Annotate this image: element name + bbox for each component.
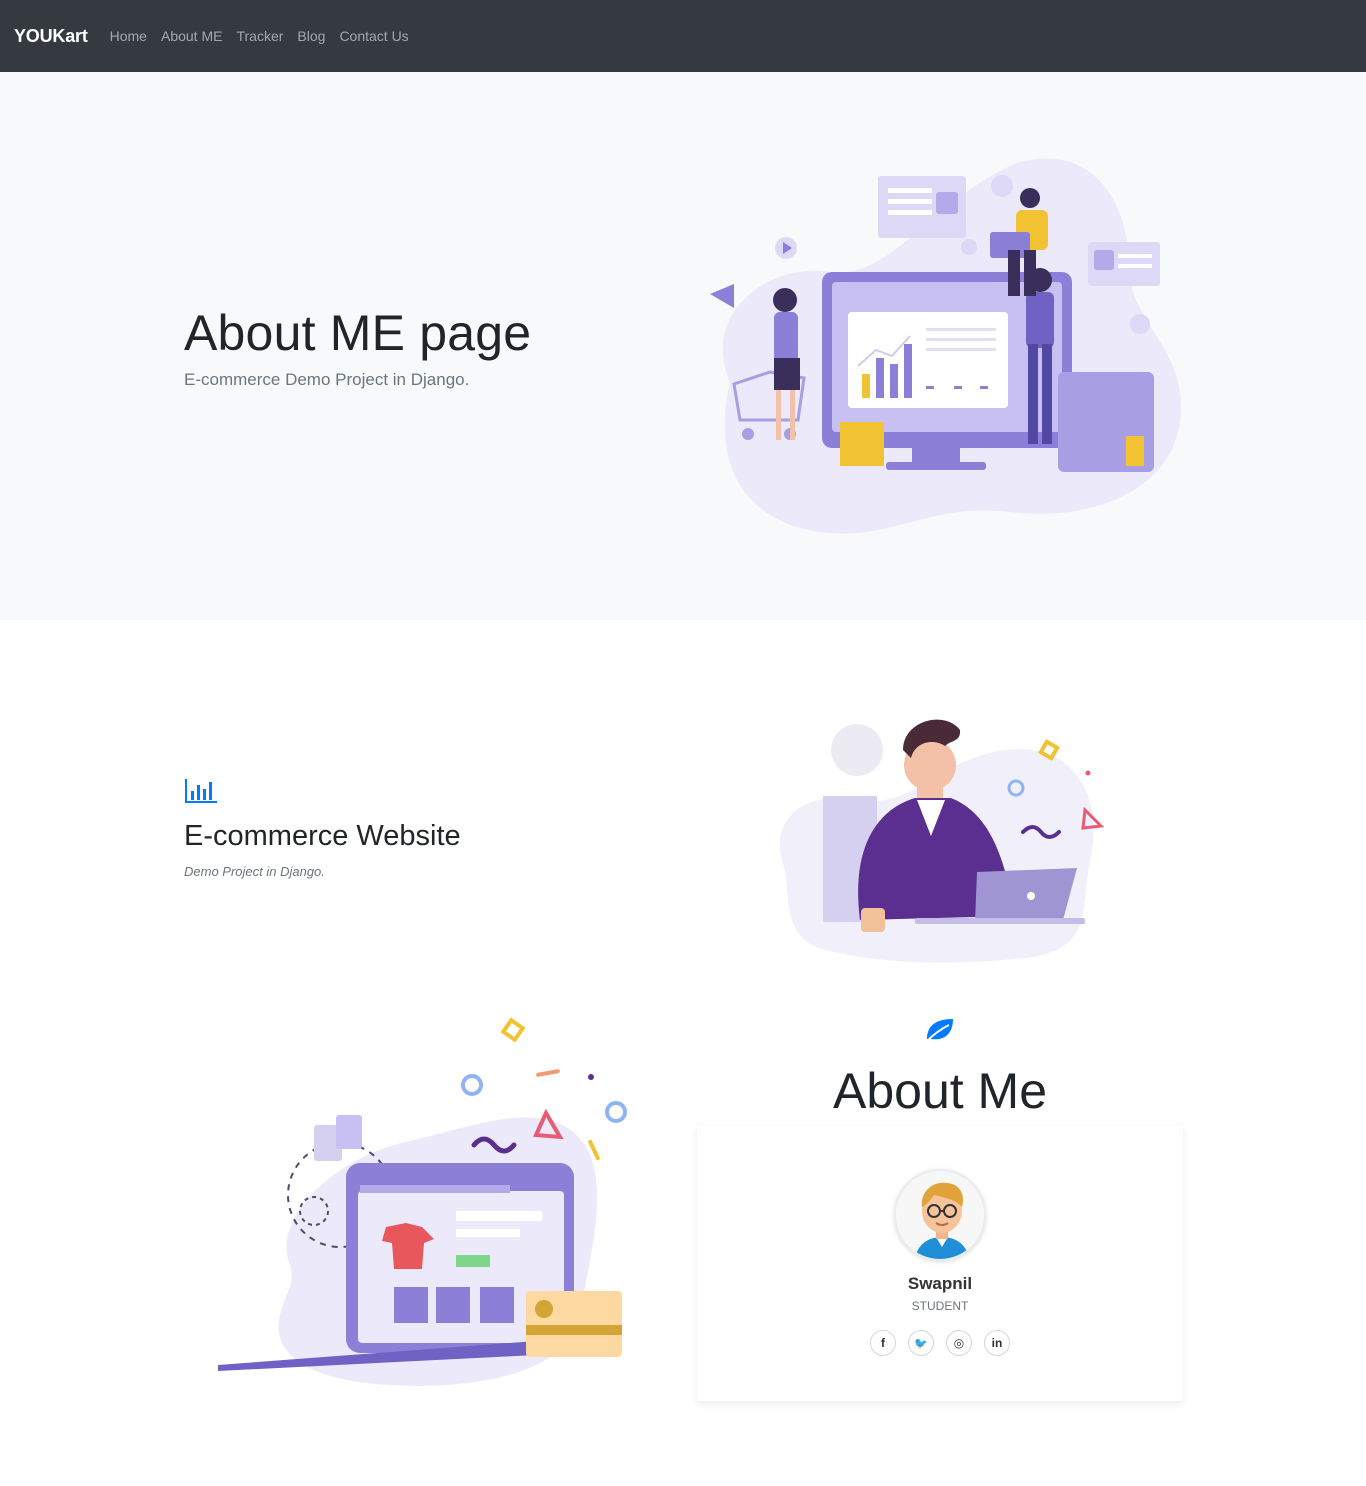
nav-link-contact[interactable]: Contact Us bbox=[339, 28, 408, 44]
nav-link-home[interactable]: Home bbox=[110, 28, 147, 44]
avatar bbox=[894, 1169, 986, 1261]
brand-logo[interactable]: YOUKart bbox=[14, 26, 88, 47]
social-links: f 🐦 ◎ in bbox=[697, 1330, 1183, 1356]
profile-role: STUDENT bbox=[911, 1299, 969, 1313]
nav-link-tracker[interactable]: Tracker bbox=[236, 28, 283, 44]
profile-name: Swapnil bbox=[907, 1274, 973, 1293]
profile-card: Swapnil STUDENT f 🐦 ◎ in bbox=[697, 1126, 1183, 1401]
instagram-icon[interactable]: ◎ bbox=[946, 1330, 972, 1356]
online-shopping-illustration bbox=[218, 1017, 627, 1386]
page-title: About ME page bbox=[184, 305, 532, 361]
leaf-icon bbox=[926, 1019, 953, 1042]
about-title: About Me bbox=[832, 1063, 1047, 1119]
nav-link-about[interactable]: About ME bbox=[161, 28, 222, 44]
developer-laptop-illustration bbox=[779, 719, 1105, 963]
nav-link-blog[interactable]: Blog bbox=[297, 28, 325, 44]
feature-subtitle: Demo Project in Django. bbox=[184, 864, 325, 879]
linkedin-icon[interactable]: in bbox=[984, 1330, 1010, 1356]
navbar: YOUKart Home About ME Tracker Blog Conta… bbox=[0, 0, 1366, 72]
page-subtitle: E-commerce Demo Project in Django. bbox=[184, 370, 470, 389]
feature-title: E-commerce Website bbox=[184, 820, 461, 852]
facebook-icon[interactable]: f bbox=[870, 1330, 896, 1356]
hero-section: About ME page E-commerce Demo Project in… bbox=[0, 72, 1366, 620]
ecommerce-team-illustration bbox=[710, 158, 1182, 534]
bar-chart-icon bbox=[185, 779, 217, 803]
twitter-icon[interactable]: 🐦 bbox=[908, 1330, 934, 1356]
